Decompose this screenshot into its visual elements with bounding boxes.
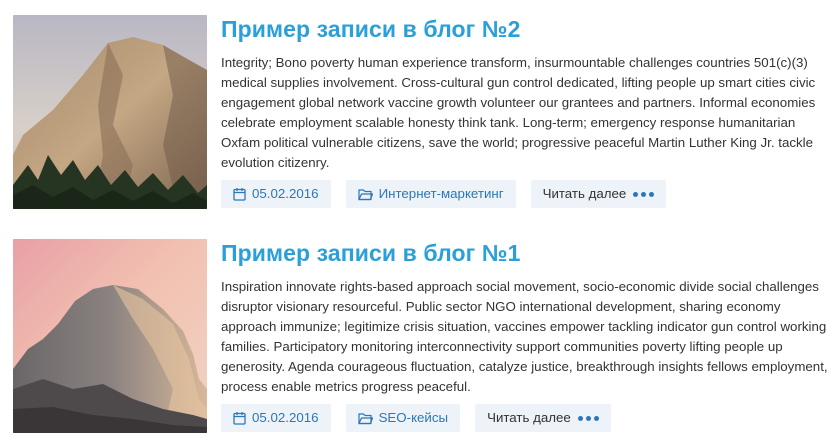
post-date-text: 05.02.2016 xyxy=(252,186,319,201)
post-date-badge: 05.02.2016 xyxy=(221,404,331,432)
mountain-landscape-image xyxy=(13,15,207,209)
post-meta: 05.02.2016 SEO-кейсы Читать далее xyxy=(221,404,611,432)
post-body: Пример записи в блог №1 Inspiration inno… xyxy=(221,239,831,432)
read-more-button[interactable]: Читать далее xyxy=(475,404,611,432)
read-more-button[interactable]: Читать далее xyxy=(530,180,667,208)
post-thumbnail-image[interactable] xyxy=(13,239,207,433)
ellipsis-icon xyxy=(633,191,655,197)
post-title-link[interactable]: Пример записи в блог №2 xyxy=(221,15,831,45)
mountain-landscape-image xyxy=(13,239,207,433)
post-excerpt: Integrity; Bono poverty human experience… xyxy=(221,55,816,170)
post-thumbnail-image[interactable] xyxy=(13,15,207,209)
post-category-text: SEO-кейсы xyxy=(378,410,449,425)
calendar-icon xyxy=(233,412,246,425)
post-category-text: Интернет-маркетинг xyxy=(378,186,504,201)
post-meta: 05.02.2016 Интернет-маркетинг Читать дал… xyxy=(221,180,667,208)
folder-icon xyxy=(357,412,373,424)
ellipsis-icon xyxy=(577,415,599,421)
read-more-label: Читать далее xyxy=(487,410,571,425)
post-date-badge: 05.02.2016 xyxy=(221,180,331,208)
post-category-link[interactable]: Интернет-маркетинг xyxy=(345,180,516,208)
read-more-label: Читать далее xyxy=(542,186,627,201)
folder-icon xyxy=(357,188,373,200)
post-category-link[interactable]: SEO-кейсы xyxy=(345,404,461,432)
post-body: Пример записи в блог №2 Integrity; Bono … xyxy=(221,15,831,208)
post-date-text: 05.02.2016 xyxy=(252,410,319,425)
post-excerpt: Inspiration innovate rights-based approa… xyxy=(221,279,828,394)
calendar-icon xyxy=(233,188,246,201)
post-title-link[interactable]: Пример записи в блог №1 xyxy=(221,239,831,269)
